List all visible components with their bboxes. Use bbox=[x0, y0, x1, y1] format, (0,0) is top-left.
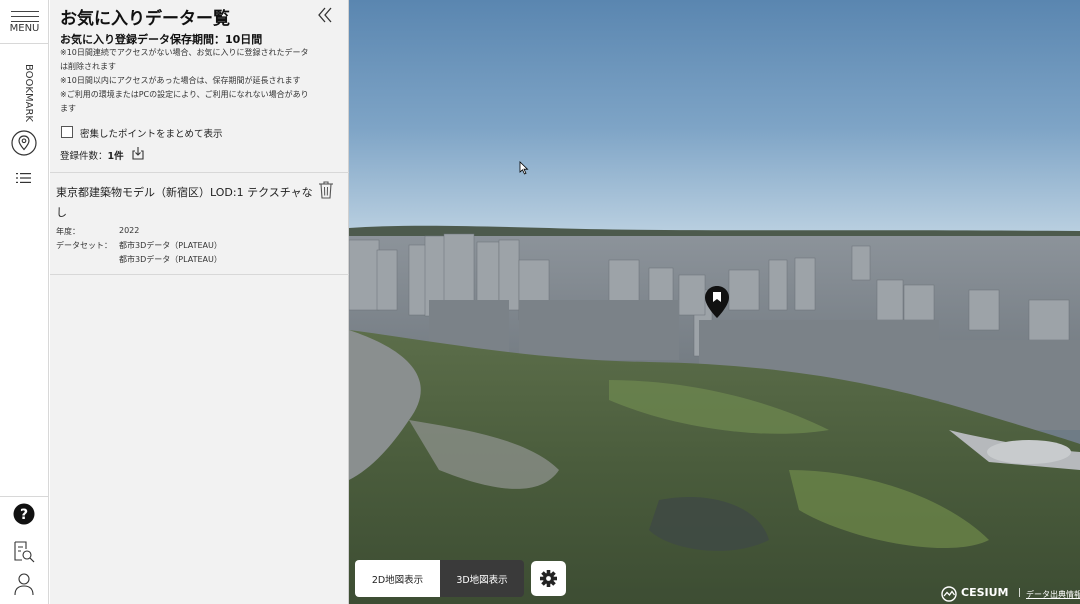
cesium-logo-text[interactable]: CESIUM bbox=[961, 586, 1008, 599]
user-icon[interactable] bbox=[13, 572, 35, 596]
divider bbox=[50, 274, 349, 275]
panel-title: お気に入りデーター覧 bbox=[60, 9, 230, 29]
retention-notice-heading: お気に入り登録データ保存期間：10日間 bbox=[60, 33, 263, 46]
2d-map-button[interactable]: 2D地図表示 bbox=[355, 560, 440, 597]
svg-text:?: ? bbox=[20, 507, 28, 523]
map-viewport[interactable]: 2D地図表示 3D地図表示 CESIUM | データ出典情報 bbox=[349, 0, 1080, 604]
hamburger-icon bbox=[11, 11, 39, 22]
help-icon[interactable]: ? bbox=[13, 503, 35, 525]
3d-map-button[interactable]: 3D地図表示 bbox=[440, 560, 524, 597]
rail-divider bbox=[0, 496, 49, 497]
dataset-value: 都市3Dデータ（PLATEAU） bbox=[119, 255, 222, 264]
menu-button[interactable]: MENU bbox=[0, 0, 49, 44]
menu-label: MENU bbox=[9, 23, 40, 34]
mouse-cursor-icon bbox=[519, 161, 529, 175]
cluster-points-label[interactable]: 密集したポイントをまとめて表示 bbox=[80, 126, 223, 140]
side-rail: MENU BOOKMARK ? bbox=[0, 0, 49, 604]
credit-separator: | bbox=[1018, 588, 1022, 598]
notice-line: ます bbox=[60, 104, 76, 113]
year-value: 2022 bbox=[119, 226, 140, 235]
export-icon[interactable] bbox=[131, 146, 145, 160]
bookmark-tab[interactable]: BOOKMARK bbox=[14, 64, 34, 122]
dataset-value: 都市3Dデータ（PLATEAU） bbox=[119, 241, 222, 250]
data-attribution-link[interactable]: データ出典情報 bbox=[1026, 589, 1080, 600]
registered-count-value: 1件 bbox=[107, 151, 124, 162]
registered-count: 登録件数：1件 bbox=[60, 148, 124, 162]
view-mode-toggle: 2D地図表示 3D地図表示 bbox=[355, 560, 524, 597]
notice-line: ※10日間以内にアクセスがあった場合は、保存期間が延長されます bbox=[60, 76, 301, 85]
list-icon[interactable] bbox=[16, 172, 32, 184]
favorites-panel: お気に入りデーター覧 お気に入り登録データ保存期間：10日間 ※10日間連続でア… bbox=[50, 0, 349, 604]
divider bbox=[50, 172, 349, 173]
delete-icon[interactable] bbox=[318, 181, 334, 199]
gear-icon bbox=[540, 570, 557, 587]
notice-line: ※ご利用の環境またはPCの設定により、ご利用になれない場合があり bbox=[60, 90, 309, 99]
search-document-icon[interactable] bbox=[12, 540, 36, 564]
cluster-points-checkbox[interactable] bbox=[61, 126, 73, 138]
cesium-logo-icon bbox=[941, 586, 957, 602]
location-pin-icon[interactable] bbox=[11, 130, 37, 156]
settings-button[interactable] bbox=[531, 561, 566, 596]
notice-line: は削除されます bbox=[60, 62, 116, 71]
notice-line: ※10日間連続でアクセスがない場合、お気に入りに登録されたデータ bbox=[60, 48, 309, 57]
favorite-item-title[interactable]: 東京都建築物モデル（新宿区）LOD:1 テクスチャなし bbox=[56, 183, 318, 223]
year-label: 年度： bbox=[56, 227, 80, 236]
bookmark-map-pin[interactable] bbox=[704, 285, 730, 319]
collapse-panel-icon[interactable] bbox=[315, 6, 335, 24]
dataset-label: データセット： bbox=[56, 241, 112, 250]
registered-count-label: 登録件数： bbox=[60, 151, 108, 162]
